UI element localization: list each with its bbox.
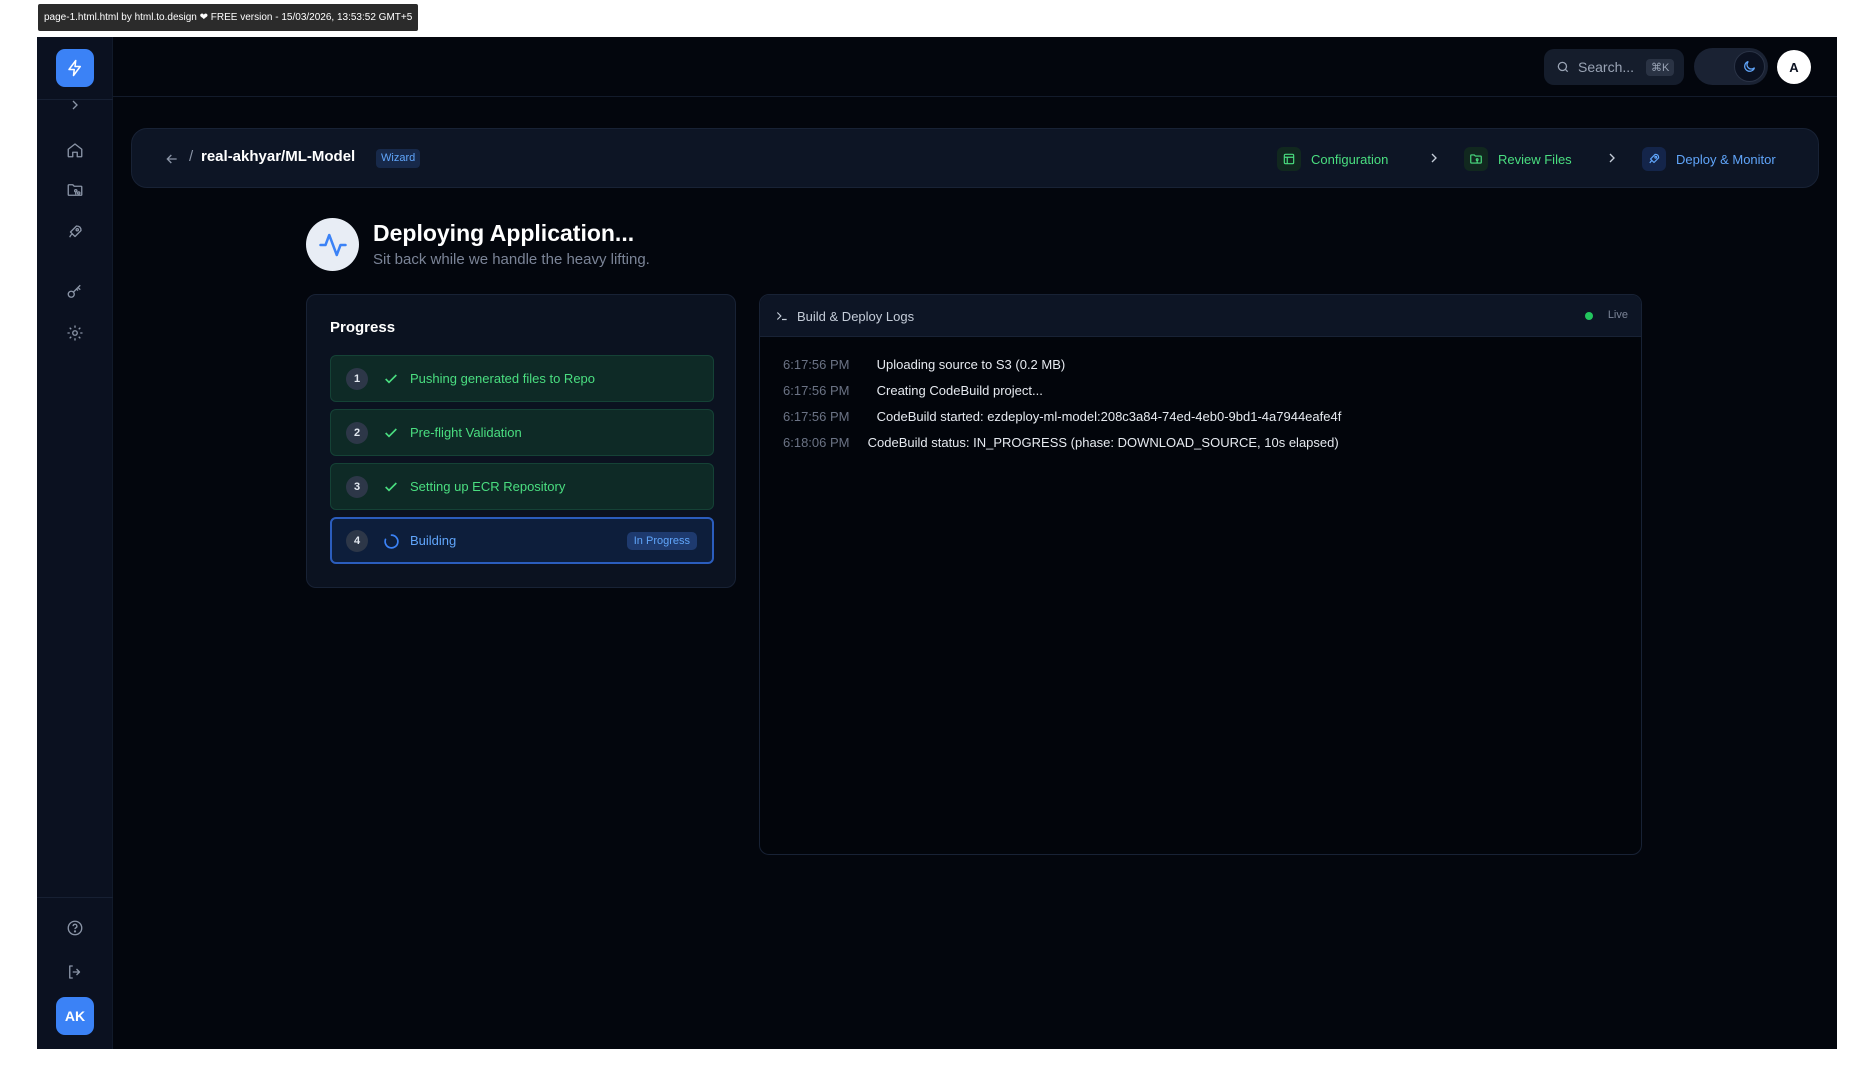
log-timestamp: 6:17:56 PM <box>783 383 850 398</box>
sidebar-item-keys[interactable] <box>63 280 87 304</box>
sidebar: AK <box>37 37 113 1049</box>
layout-icon <box>1277 147 1301 171</box>
app-window: AK Search... ⌘K A / real-akhyar/ML-Model… <box>37 37 1837 1049</box>
help-circle-icon <box>67 920 83 936</box>
chevron-right-icon <box>1609 153 1615 163</box>
gear-icon <box>67 325 83 341</box>
log-message: CodeBuild status: IN_PROGRESS (phase: DO… <box>867 435 1339 450</box>
activity-icon <box>306 218 359 271</box>
page-title: Deploying Application... <box>373 220 635 246</box>
log-line: 6:17:56 PM Uploading source to S3 (0.2 M… <box>783 357 1065 372</box>
log-message: Creating CodeBuild project... <box>876 383 1043 398</box>
rocket-icon <box>69 225 82 238</box>
folder-git-icon <box>67 184 83 196</box>
step-number: 4 <box>346 530 368 552</box>
log-panel: Build & Deploy Logs Live 6:17:56 PM Uplo… <box>759 294 1642 855</box>
folder-git-icon <box>1464 147 1488 171</box>
check-icon <box>381 477 401 497</box>
back-button[interactable] <box>160 147 184 171</box>
log-title: Build & Deploy Logs <box>797 309 915 324</box>
status-badge: In Progress <box>626 532 697 550</box>
sidebar-item-deployments[interactable] <box>63 220 87 244</box>
log-header: Build & Deploy Logs Live <box>760 295 1641 337</box>
log-line: 6:17:56 PM Creating CodeBuild project... <box>783 383 1043 398</box>
logout-icon <box>69 965 81 979</box>
log-timestamp: 6:17:56 PM <box>783 409 850 424</box>
moon-icon <box>1744 60 1756 72</box>
key-icon <box>67 284 81 298</box>
sidebar-user-avatar[interactable]: AK <box>56 997 94 1035</box>
progress-item: 2 Pre-flight Validation <box>330 409 714 456</box>
sidebar-item-home[interactable] <box>63 138 87 162</box>
sidebar-item-help[interactable] <box>63 916 87 940</box>
log-message: CodeBuild started: ezdeploy-ml-model:208… <box>876 409 1342 424</box>
log-message: Uploading source to S3 (0.2 MB) <box>876 357 1066 372</box>
theme-toggle-knob <box>1734 51 1765 82</box>
progress-item: 1 Pushing generated files to Repo <box>330 355 714 402</box>
progress-item: 4 Building In Progress <box>330 517 714 564</box>
wizard-bar: / real-akhyar/ML-Model Wizard Configurat… <box>131 128 1819 188</box>
topbar: Search... ⌘K A <box>113 37 1837 97</box>
chevron-right-icon <box>1431 153 1437 163</box>
step-number: 3 <box>346 476 368 498</box>
live-indicator-dot <box>1585 312 1593 320</box>
progress-label: Building <box>410 533 457 548</box>
rocket-icon <box>1642 147 1666 171</box>
search-shortcut: ⌘K <box>1646 58 1675 76</box>
user-avatar[interactable]: A <box>1777 50 1811 84</box>
step-configuration[interactable]: Configuration <box>1277 146 1388 172</box>
search-input[interactable]: Search... ⌘K <box>1544 49 1684 85</box>
progress-item: 3 Setting up ECR Repository <box>330 463 714 510</box>
watermark: page-1.html.html by html.to.design ❤ FRE… <box>38 4 419 31</box>
repo-name: real-akhyar/ML-Model <box>201 148 356 165</box>
progress-title: Progress <box>330 319 396 336</box>
page-subtitle: Sit back while we handle the heavy lifti… <box>373 251 650 268</box>
search-placeholder: Search... <box>1578 59 1635 75</box>
log-line: 6:17:56 PM CodeBuild started: ezdeploy-m… <box>783 409 1341 424</box>
breadcrumb-separator: / <box>189 148 194 165</box>
log-timestamp: 6:18:06 PM <box>783 435 850 450</box>
chevron-right-icon <box>72 100 78 110</box>
theme-toggle[interactable] <box>1694 48 1768 85</box>
sidebar-item-settings[interactable] <box>63 321 87 345</box>
sidebar-item-logout[interactable] <box>63 960 87 984</box>
sidebar-item-repositories[interactable] <box>63 178 87 202</box>
step-label: Review Files <box>1498 151 1572 167</box>
progress-label: Setting up ECR Repository <box>410 479 566 494</box>
step-label: Configuration <box>1311 151 1389 167</box>
log-line: 6:18:06 PM CodeBuild status: IN_PROGRESS… <box>783 435 1339 450</box>
search-icon <box>1557 61 1569 73</box>
terminal-icon <box>776 312 787 321</box>
home-icon <box>67 143 83 158</box>
arrow-left-icon <box>166 154 177 164</box>
step-review-files[interactable]: Review Files <box>1464 146 1572 172</box>
progress-label: Pre-flight Validation <box>410 425 522 440</box>
spinner-icon <box>381 531 401 551</box>
check-icon <box>381 369 401 389</box>
step-deploy-monitor[interactable]: Deploy & Monitor <box>1642 146 1776 172</box>
check-icon <box>381 423 401 443</box>
step-label: Deploy & Monitor <box>1676 151 1776 167</box>
step-number: 2 <box>346 422 368 444</box>
progress-card: Progress 1 Pushing generated files to Re… <box>306 294 736 588</box>
progress-label: Pushing generated files to Repo <box>410 371 596 386</box>
lightning-icon <box>68 59 81 77</box>
live-indicator-label: Live <box>1607 309 1628 321</box>
log-timestamp: 6:17:56 PM <box>783 357 850 372</box>
sidebar-expand-button[interactable] <box>63 93 87 117</box>
app-logo[interactable] <box>56 49 94 87</box>
wizard-badge: Wizard <box>376 149 421 168</box>
step-number: 1 <box>346 368 368 390</box>
sidebar-divider <box>37 897 113 898</box>
